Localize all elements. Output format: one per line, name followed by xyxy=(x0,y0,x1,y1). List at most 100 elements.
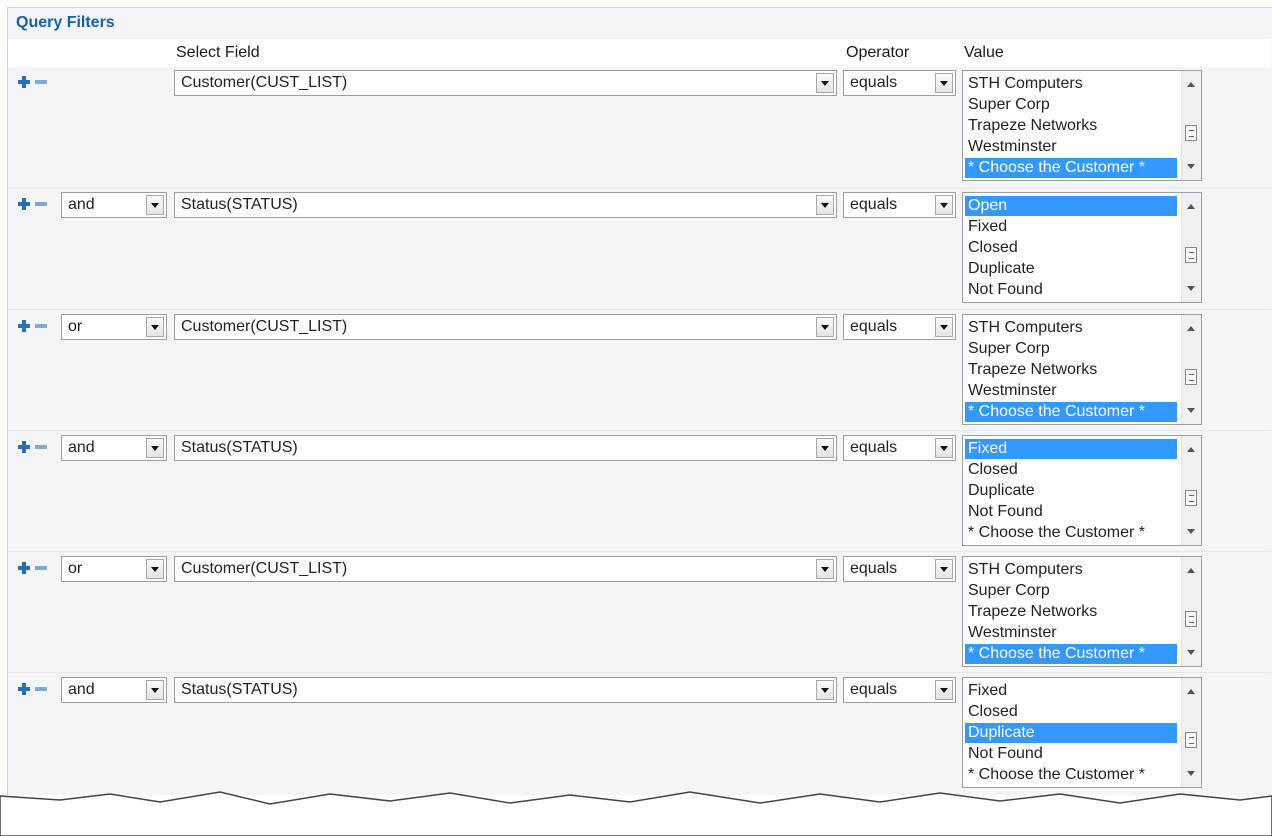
remove-filter-minus-icon[interactable] xyxy=(35,76,47,88)
value-option[interactable]: Not Found xyxy=(965,502,1177,522)
scroll-thumb[interactable] xyxy=(1185,611,1197,627)
scroll-up-icon[interactable] xyxy=(1187,326,1195,331)
scroll-up-icon[interactable] xyxy=(1187,447,1195,452)
chevron-down-icon[interactable] xyxy=(146,680,164,700)
add-filter-plus-icon[interactable] xyxy=(18,320,30,332)
value-option[interactable]: Closed xyxy=(965,238,1177,258)
value-option[interactable]: Closed xyxy=(965,702,1177,722)
value-option[interactable]: Super Corp xyxy=(965,581,1177,601)
value-option[interactable]: Not Found xyxy=(965,744,1177,764)
value-listbox[interactable]: STH Computers Super Corp Trapeze Networks W… xyxy=(962,556,1202,667)
chevron-down-icon[interactable] xyxy=(146,195,164,215)
listbox-scrollbar[interactable] xyxy=(1181,193,1201,302)
value-listbox[interactable]: STH Computers Super Corp Trapeze Networks W… xyxy=(962,70,1202,181)
chevron-down-icon[interactable] xyxy=(816,438,834,458)
value-option[interactable]: Duplicate xyxy=(965,259,1177,279)
operator-select[interactable]: equals xyxy=(843,314,956,340)
add-filter-plus-icon[interactable] xyxy=(18,76,30,88)
value-option[interactable]: Westminster xyxy=(965,381,1177,401)
listbox-scrollbar[interactable] xyxy=(1181,678,1201,787)
field-select[interactable]: Customer(CUST_LIST) xyxy=(174,314,837,340)
chevron-down-icon[interactable] xyxy=(816,680,834,700)
chevron-down-icon[interactable] xyxy=(816,73,834,93)
remove-filter-minus-icon[interactable] xyxy=(35,320,47,332)
scroll-down-icon[interactable] xyxy=(1187,650,1195,655)
value-option[interactable]: Super Corp xyxy=(965,95,1177,115)
value-option[interactable]: Westminster xyxy=(965,623,1177,643)
value-option[interactable]: Not Found xyxy=(965,280,1177,300)
scroll-thumb[interactable] xyxy=(1185,490,1197,506)
value-listbox[interactable]: Open Fixed Closed Duplicate Not Found xyxy=(962,192,1202,303)
scroll-thumb[interactable] xyxy=(1185,369,1197,385)
scroll-thumb[interactable] xyxy=(1185,732,1197,748)
value-listbox[interactable]: Fixed Closed Duplicate Not Found * Choose th… xyxy=(962,435,1202,546)
value-option[interactable]: STH Computers xyxy=(965,74,1177,94)
chevron-down-icon[interactable] xyxy=(935,195,953,215)
logic-select[interactable]: and xyxy=(61,192,167,218)
value-option[interactable]: * Choose the Customer * xyxy=(965,523,1177,543)
operator-select[interactable]: equals xyxy=(843,556,956,582)
value-option[interactable]: Fixed xyxy=(965,439,1177,459)
logic-select[interactable]: or xyxy=(61,556,167,582)
value-option[interactable]: Fixed xyxy=(965,217,1177,237)
logic-select[interactable]: and xyxy=(61,677,167,703)
value-option[interactable]: Duplicate xyxy=(965,723,1177,743)
scroll-up-icon[interactable] xyxy=(1187,82,1195,87)
value-option[interactable]: Fixed xyxy=(965,681,1177,701)
chevron-down-icon[interactable] xyxy=(146,559,164,579)
value-option[interactable]: * Choose the Customer * xyxy=(965,158,1177,178)
field-select[interactable]: Customer(CUST_LIST) xyxy=(174,70,837,96)
operator-select[interactable]: equals xyxy=(843,192,956,218)
remove-filter-minus-icon[interactable] xyxy=(35,562,47,574)
value-option[interactable]: Trapeze Networks xyxy=(965,602,1177,622)
value-option[interactable]: * Choose the Customer * xyxy=(965,402,1177,422)
scroll-up-icon[interactable] xyxy=(1187,204,1195,209)
scroll-down-icon[interactable] xyxy=(1187,771,1195,776)
chevron-down-icon[interactable] xyxy=(935,680,953,700)
listbox-scrollbar[interactable] xyxy=(1181,557,1201,666)
field-select[interactable]: Status(STATUS) xyxy=(174,435,837,461)
scroll-thumb[interactable] xyxy=(1185,125,1197,141)
chevron-down-icon[interactable] xyxy=(146,317,164,337)
value-option[interactable]: Trapeze Networks xyxy=(965,360,1177,380)
operator-select[interactable]: equals xyxy=(843,677,956,703)
listbox-scrollbar[interactable] xyxy=(1181,436,1201,545)
operator-select[interactable]: equals xyxy=(843,70,956,96)
listbox-scrollbar[interactable] xyxy=(1181,71,1201,180)
value-option[interactable]: Super Corp xyxy=(965,339,1177,359)
logic-select[interactable]: and xyxy=(61,435,167,461)
add-filter-plus-icon[interactable] xyxy=(18,198,30,210)
chevron-down-icon[interactable] xyxy=(935,559,953,579)
chevron-down-icon[interactable] xyxy=(935,73,953,93)
value-option[interactable]: Trapeze Networks xyxy=(965,116,1177,136)
chevron-down-icon[interactable] xyxy=(146,438,164,458)
chevron-down-icon[interactable] xyxy=(935,438,953,458)
remove-filter-minus-icon[interactable] xyxy=(35,441,47,453)
chevron-down-icon[interactable] xyxy=(816,195,834,215)
field-select[interactable]: Status(STATUS) xyxy=(174,192,837,218)
scroll-down-icon[interactable] xyxy=(1187,529,1195,534)
remove-filter-minus-icon[interactable] xyxy=(35,683,47,695)
value-option[interactable]: STH Computers xyxy=(965,318,1177,338)
value-option[interactable]: Westminster xyxy=(965,137,1177,157)
value-option[interactable]: * Choose the Customer * xyxy=(965,644,1177,664)
value-listbox[interactable]: STH Computers Super Corp Trapeze Networks W… xyxy=(962,314,1202,425)
value-option[interactable]: Open xyxy=(965,196,1177,216)
add-filter-plus-icon[interactable] xyxy=(18,562,30,574)
add-filter-plus-icon[interactable] xyxy=(18,441,30,453)
listbox-scrollbar[interactable] xyxy=(1181,315,1201,424)
add-filter-plus-icon[interactable] xyxy=(18,683,30,695)
value-option[interactable]: Closed xyxy=(965,460,1177,480)
scroll-up-icon[interactable] xyxy=(1187,689,1195,694)
scroll-down-icon[interactable] xyxy=(1187,164,1195,169)
operator-select[interactable]: equals xyxy=(843,435,956,461)
value-option[interactable]: STH Computers xyxy=(965,560,1177,580)
logic-select[interactable]: or xyxy=(61,314,167,340)
scroll-thumb[interactable] xyxy=(1185,247,1197,263)
field-select[interactable]: Status(STATUS) xyxy=(174,677,837,703)
value-option[interactable]: Duplicate xyxy=(965,481,1177,501)
value-option[interactable]: * Choose the Customer * xyxy=(965,765,1177,785)
scroll-down-icon[interactable] xyxy=(1187,408,1195,413)
remove-filter-minus-icon[interactable] xyxy=(35,198,47,210)
chevron-down-icon[interactable] xyxy=(935,317,953,337)
